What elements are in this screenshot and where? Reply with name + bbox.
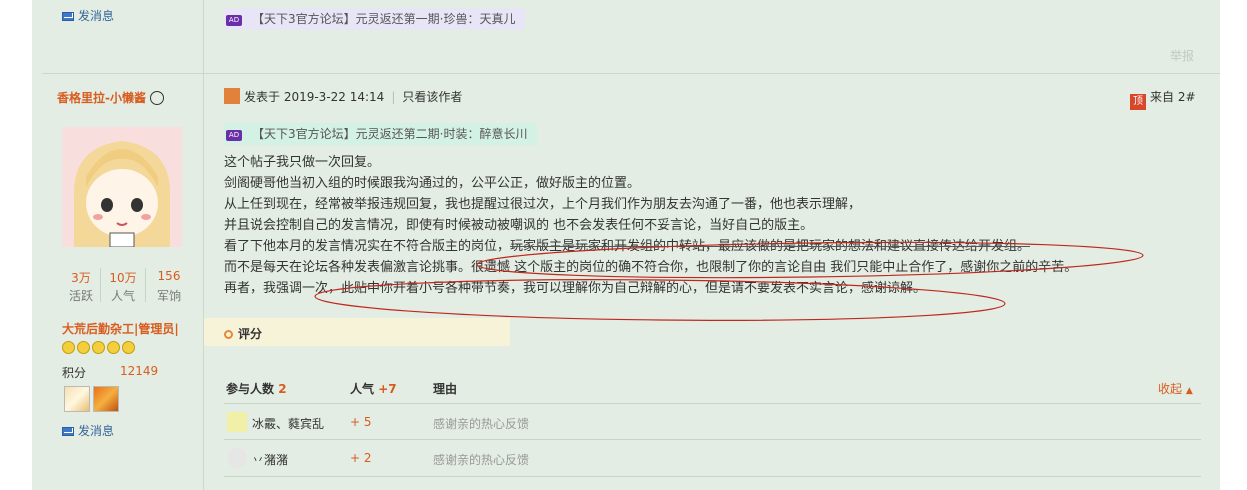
col-participants: 参与人数 2 xyxy=(226,382,287,396)
rating-reason: 感谢亲的热心反馈 xyxy=(433,417,530,431)
rating-user[interactable]: 冰霰、蕤宾乱 xyxy=(252,415,324,432)
user-avatar[interactable] xyxy=(227,412,247,432)
annotation-ellipse xyxy=(476,241,1144,279)
annotation-overlay xyxy=(314,241,1144,321)
chevron-up-icon: ▲ xyxy=(1185,386,1193,396)
table-divider xyxy=(224,403,1201,404)
rating-score: + 5 xyxy=(350,415,372,429)
rating-circle-icon xyxy=(224,330,233,339)
col-popularity: 人气 +7 xyxy=(350,382,397,396)
col-reason: 理由 xyxy=(433,382,458,396)
collapse-link[interactable]: 收起 ▲ xyxy=(1158,380,1193,397)
rating-score: + 2 xyxy=(350,451,372,465)
table-divider xyxy=(224,439,1201,440)
rating-reason: 感谢亲的热心反馈 xyxy=(433,453,530,467)
rating-title: 评分 xyxy=(224,325,262,342)
user-avatar[interactable] xyxy=(227,448,247,468)
rating-user[interactable]: 丷潴潴 xyxy=(252,451,288,468)
table-divider xyxy=(224,476,1201,477)
annotation-ellipse xyxy=(314,279,1006,321)
